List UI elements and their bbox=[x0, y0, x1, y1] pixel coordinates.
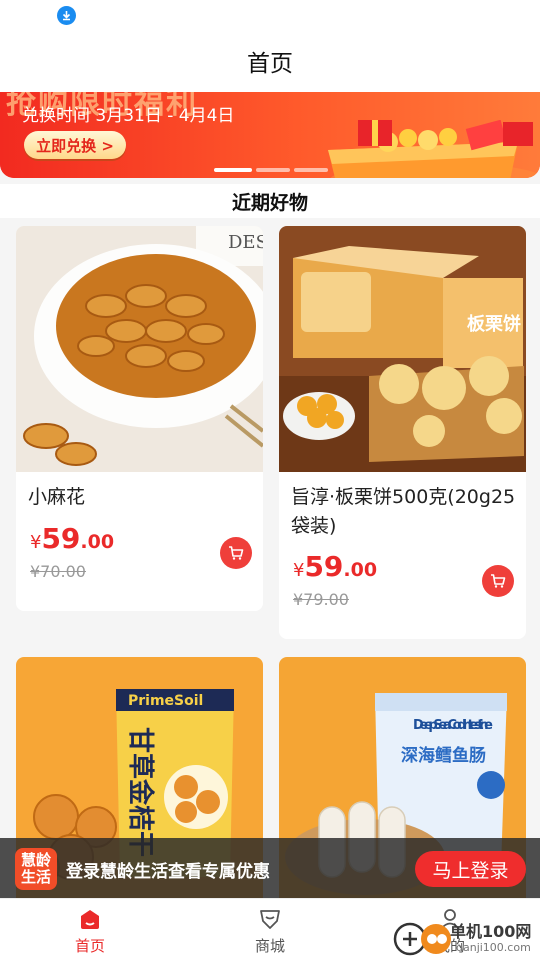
login-prompt-text: 登录慧龄生活查看专属优惠 bbox=[66, 862, 270, 882]
watermark-text: 单机100网 bbox=[450, 922, 532, 941]
product-price: ¥59.00 bbox=[30, 522, 115, 555]
download-icon bbox=[57, 6, 76, 25]
original-price: ¥79.00 bbox=[293, 590, 349, 609]
shop-icon bbox=[257, 907, 283, 931]
add-to-cart-button[interactable] bbox=[482, 565, 514, 597]
product-image: 板栗饼 bbox=[279, 226, 526, 472]
login-button[interactable]: 马上登录 bbox=[415, 851, 526, 887]
tab-label: 商城 bbox=[254, 937, 285, 955]
product-name: 小麻花 bbox=[28, 486, 86, 508]
svg-text:DES: DES bbox=[228, 232, 263, 253]
package-brand: PrimeSoil bbox=[128, 693, 203, 709]
app-logo: 慧龄 生活 bbox=[15, 848, 57, 890]
package-brand: Deep Sea Cod Intestine bbox=[413, 718, 493, 733]
product-card[interactable]: 板栗饼 旨淳·板栗饼500克(20g25袋装) ¥59.00 ¥79.00 bbox=[279, 226, 526, 639]
cart-icon bbox=[491, 574, 506, 588]
login-prompt-bar: 慧龄 生活 登录慧龄生活查看专属优惠 马上登录 bbox=[0, 838, 540, 898]
watermark-url: danji100.com bbox=[456, 941, 531, 954]
product-card[interactable]: DES 小麻花 ¥59.00 ¥70.00 bbox=[16, 226, 263, 611]
page-header: 首页 bbox=[0, 30, 540, 92]
package-title: 深海鳕鱼肠 bbox=[401, 745, 486, 766]
redeem-button[interactable]: 立即兑换 > bbox=[24, 131, 126, 159]
page-title: 首页 bbox=[247, 51, 293, 77]
gift-basket-image bbox=[328, 120, 540, 178]
cart-icon bbox=[229, 546, 244, 560]
promo-banner[interactable]: 抢购限时福利 兑换时间 3月31日 - 4月4日 立即兑换 > bbox=[0, 92, 540, 178]
home-icon bbox=[77, 907, 103, 931]
status-bar bbox=[0, 0, 540, 30]
tab-home[interactable]: 首页 bbox=[30, 899, 150, 960]
carousel-indicator bbox=[214, 168, 328, 172]
tab-label: 首页 bbox=[74, 937, 105, 955]
add-to-cart-button[interactable] bbox=[220, 537, 252, 569]
product-name: 旨淳·板栗饼500克(20g25袋装) bbox=[291, 486, 516, 537]
box-label: 板栗饼 bbox=[467, 313, 521, 335]
product-image: DES bbox=[16, 226, 263, 472]
tab-shop[interactable]: 商城 bbox=[210, 899, 330, 960]
banner-date: 兑换时间 3月31日 - 4月4日 bbox=[22, 106, 235, 126]
section-title: 近期好物 bbox=[0, 184, 540, 218]
original-price: ¥70.00 bbox=[30, 562, 86, 581]
product-price: ¥59.00 bbox=[293, 550, 378, 583]
